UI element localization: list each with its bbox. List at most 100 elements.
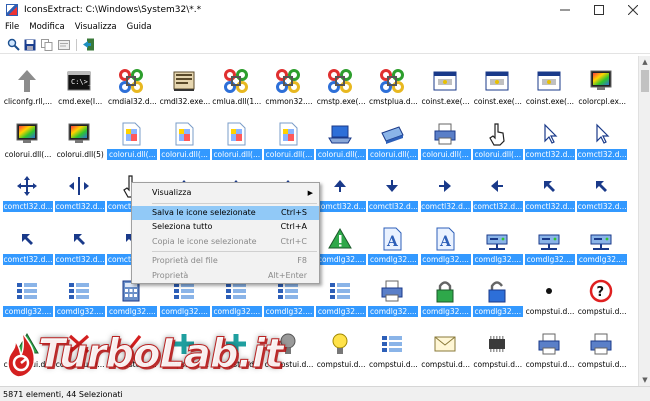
icon-label: compstui.d... (577, 359, 627, 369)
icon-item[interactable]: colorui.dll(... (315, 111, 367, 163)
split-horizontal-icon (66, 173, 92, 199)
icon-item[interactable]: coinst.exe(... (524, 58, 576, 110)
icon-item[interactable]: Acomdlg32.... (420, 216, 472, 268)
ctx-select-all[interactable]: Seleziona tutto Ctrl+A (132, 220, 319, 235)
icon-item[interactable]: compstui.d... (211, 321, 263, 373)
icon-item[interactable]: compstui.d... (315, 321, 367, 373)
icon-item[interactable]: C:\>_ cmd.exe(I... (54, 58, 106, 110)
icon-item[interactable]: comctl32.d... (524, 111, 576, 163)
search-button[interactable] (6, 38, 20, 52)
icon-item[interactable]: colorui.dll(... (211, 111, 263, 163)
dot-icon (536, 278, 562, 304)
icon-item[interactable]: colorui.dll(... (159, 111, 211, 163)
menu-visualizza[interactable]: Visualizza (70, 20, 122, 35)
save-button[interactable] (23, 38, 37, 52)
icon-item[interactable]: cmmon32.... (263, 58, 315, 110)
menu-modifica[interactable]: Modifica (24, 20, 70, 35)
bulb-on-icon (327, 331, 353, 357)
window-app-icon (536, 68, 562, 94)
icon-label: colorui.dll(... (368, 148, 419, 160)
icon-item[interactable]: comctl32.d... (576, 163, 628, 215)
icon-item[interactable]: coinst.exe(... (472, 58, 524, 110)
icon-item[interactable]: compstui.d... (524, 268, 576, 320)
icon-label: compstui.d... (108, 359, 157, 369)
icon-item[interactable]: compstui.d... (576, 321, 628, 373)
icon-item[interactable]: comdlg32.... (54, 268, 106, 320)
vertical-scrollbar[interactable]: ▲ ▼ (638, 56, 650, 386)
unlock-icon (484, 278, 510, 304)
app-icon[interactable] (6, 4, 18, 16)
icon-item[interactable]: compstui.d... (106, 321, 158, 373)
icon-item[interactable]: compstui.d... (2, 321, 54, 373)
exit-button[interactable] (82, 38, 96, 52)
menu-item-shortcut: Ctrl+C (280, 236, 307, 246)
icon-item[interactable]: comctl32.d... (315, 163, 367, 215)
icon-item[interactable]: cliconfg.rll,... (2, 58, 54, 110)
icon-item[interactable]: comdlg32.... (367, 268, 419, 320)
icon-item[interactable]: comctl32.d... (524, 163, 576, 215)
icon-item[interactable]: compstui.d... (524, 321, 576, 373)
icon-item[interactable]: colorcpl.ex... (576, 58, 628, 110)
icon-item[interactable]: colorui.dll(... (420, 111, 472, 163)
icon-item[interactable]: comdlg32.... (576, 216, 628, 268)
menu-guida[interactable]: Guida (122, 20, 157, 35)
close-button[interactable] (616, 0, 650, 20)
menu-file[interactable]: File (0, 20, 24, 35)
icon-item[interactable]: comdlg32.... (420, 268, 472, 320)
icon-item[interactable]: comctl32.d... (54, 163, 106, 215)
icon-item[interactable]: comctl32.d... (367, 163, 419, 215)
icon-item[interactable]: comctl32.d... (2, 216, 54, 268)
icon-item[interactable]: comctl32.d... (54, 216, 106, 268)
icon-item[interactable]: cmlua.dll(1... (211, 58, 263, 110)
scanner-icon (379, 121, 405, 147)
icon-item[interactable]: compstui.d... (420, 321, 472, 373)
icon-item[interactable]: cmdl32.exe... (159, 58, 211, 110)
icon-item[interactable]: compstui.d... (367, 321, 419, 373)
icon-item[interactable]: compstui.d... (472, 321, 524, 373)
menu-item-shortcut: Ctrl+A (280, 222, 307, 231)
maximize-button[interactable] (582, 0, 616, 20)
icon-item[interactable]: colorui.dll(... (263, 111, 315, 163)
ctx-properties[interactable]: Proprietà Alt+Enter (132, 269, 319, 284)
icon-item[interactable]: coinst.exe(... (420, 58, 472, 110)
icon-item[interactable]: colorui.dll(... (2, 111, 54, 163)
icon-item[interactable]: Acomdlg32.... (367, 216, 419, 268)
scroll-thumb[interactable] (641, 70, 649, 92)
icon-item[interactable]: colorui.dll(5) (54, 111, 106, 163)
icon-item[interactable]: comdlg32.... (315, 268, 367, 320)
icon-item[interactable]: ? compstui.d... (576, 268, 628, 320)
arrow-up-small-icon (327, 173, 353, 199)
icon-item[interactable]: comctl32.d... (420, 163, 472, 215)
icon-item[interactable]: cmstplua.d... (367, 58, 419, 110)
icon-item[interactable]: comctl32.d... (472, 163, 524, 215)
icon-item[interactable]: comdlg32.... (315, 216, 367, 268)
title-bar[interactable]: IconsExtract: C:\Windows\System32\*.* (0, 0, 650, 20)
ctx-copy-selected[interactable]: Copia le icone selezionate Ctrl+C (132, 235, 319, 250)
icon-item[interactable]: colorui.dll(... (472, 111, 524, 163)
icon-item[interactable]: comctl32.d... (2, 163, 54, 215)
icon-item[interactable]: comdlg32.... (472, 216, 524, 268)
minimize-button[interactable] (548, 0, 582, 20)
icon-item[interactable]: compstui.d... (54, 321, 106, 373)
icon-item[interactable]: cmstp.exe(... (315, 58, 367, 110)
svg-text:A: A (386, 234, 399, 250)
svg-text:C:\>_: C:\>_ (71, 78, 92, 86)
ctx-visualizza[interactable]: Visualizza ▶ (132, 186, 319, 201)
copy-button[interactable] (40, 38, 54, 52)
ctx-save-selected[interactable]: Salva le icone selezionate Ctrl+S (132, 205, 319, 220)
scroll-up-icon[interactable]: ▲ (639, 56, 650, 68)
scroll-down-icon[interactable]: ▼ (639, 374, 650, 386)
icon-item[interactable]: compstui.d... (159, 321, 211, 373)
ctx-file-properties[interactable]: Proprietà del file F8 (132, 254, 319, 269)
icon-item[interactable]: comctl32.d... (576, 111, 628, 163)
color-page-icon (118, 121, 144, 147)
icon-item[interactable]: colorui.dll(... (367, 111, 419, 163)
icon-item[interactable]: comdlg32.... (2, 268, 54, 320)
icon-item[interactable]: comdlg32.... (524, 216, 576, 268)
icon-item[interactable]: comdlg32.... (472, 268, 524, 320)
icon-item[interactable]: compstui.d... (263, 321, 315, 373)
properties-button[interactable] (57, 38, 71, 52)
icon-item[interactable]: cmdial32.d... (106, 58, 158, 110)
icon-item[interactable]: colorui.dll(... (106, 111, 158, 163)
color-monitor-icon (14, 121, 40, 147)
